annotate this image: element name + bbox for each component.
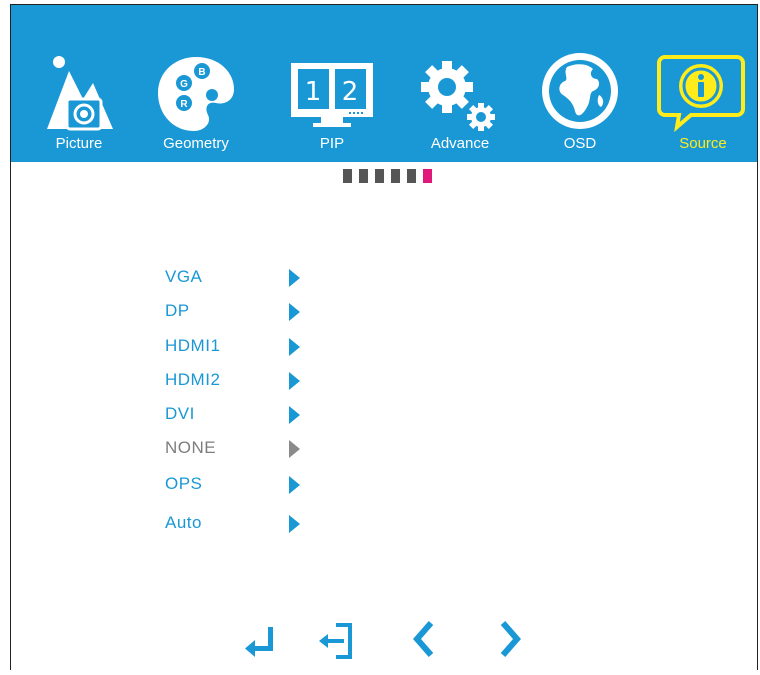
arrow-right-icon <box>289 372 300 390</box>
previous-button[interactable] <box>407 617 447 661</box>
source-item-dp[interactable]: DP <box>165 301 335 327</box>
tab-source-label: Source <box>679 135 727 152</box>
page-indicator-dot <box>407 169 416 183</box>
enter-icon <box>245 627 273 657</box>
source-item-auto[interactable]: Auto <box>165 513 335 539</box>
picture-icon <box>47 56 113 131</box>
palette-icon: B G R <box>158 57 234 131</box>
page-indicator-dot <box>423 169 432 183</box>
tab-picture-label: Picture <box>55 135 103 152</box>
tab-picture[interactable]: Picture <box>29 49 129 161</box>
osd-window: Picture B G R Geometry 1 2 PIP Advance O… <box>10 4 758 670</box>
arrow-right-icon <box>289 338 300 356</box>
arrow-right-icon <box>289 303 300 321</box>
tab-advance-label: Advance <box>430 135 490 152</box>
pip-number-2: 2 <box>342 77 359 107</box>
tab-osd-label: OSD <box>563 135 597 152</box>
tab-osd[interactable]: OSD <box>535 49 625 161</box>
palette-letter-b: B <box>198 67 205 78</box>
arrow-right-icon <box>289 406 300 424</box>
source-item-label: NONE <box>165 438 217 457</box>
source-item-none: NONE <box>165 438 335 464</box>
palette-letter-r: R <box>180 99 188 110</box>
source-item-label: HDMI1 <box>165 336 221 355</box>
pip-icon: 1 2 <box>291 63 373 127</box>
source-item-label: Auto <box>165 513 202 532</box>
chevron-right-icon <box>500 621 521 657</box>
tab-geometry[interactable]: B G R Geometry <box>151 49 241 161</box>
pip-number-1: 1 <box>305 77 322 107</box>
tab-source[interactable]: Source <box>655 49 751 161</box>
enter-button[interactable] <box>241 617 281 661</box>
palette-letter-g: G <box>180 79 188 90</box>
source-item-label: VGA <box>165 267 203 286</box>
source-item-hdmi1[interactable]: HDMI1 <box>165 336 335 362</box>
next-button[interactable] <box>491 617 531 661</box>
page-indicator <box>343 169 432 183</box>
tab-pip[interactable]: 1 2 PIP <box>287 49 377 161</box>
arrow-right-icon <box>289 515 300 533</box>
tab-bar: Picture B G R Geometry 1 2 PIP Advance O… <box>11 5 757 162</box>
page-indicator-dot <box>343 169 352 183</box>
page-indicator-dot <box>359 169 368 183</box>
globe-icon <box>542 53 618 129</box>
tab-pip-label: PIP <box>319 135 345 152</box>
source-item-ops[interactable]: OPS <box>165 474 335 500</box>
exit-button[interactable] <box>316 617 356 661</box>
source-item-label: DVI <box>165 404 195 423</box>
page-indicator-dot <box>391 169 400 183</box>
arrow-right-icon <box>289 440 300 458</box>
source-item-label: DP <box>165 301 190 320</box>
info-icon <box>657 55 745 133</box>
arrow-right-icon <box>289 476 300 494</box>
tab-geometry-label: Geometry <box>163 135 229 152</box>
page-indicator-dot <box>375 169 384 183</box>
chevron-left-icon <box>413 621 434 657</box>
tab-advance[interactable]: Advance <box>415 49 505 161</box>
source-item-label: HDMI2 <box>165 370 221 389</box>
source-item-vga[interactable]: VGA <box>165 267 335 293</box>
source-item-hdmi2[interactable]: HDMI2 <box>165 370 335 396</box>
source-item-dvi[interactable]: DVI <box>165 404 335 430</box>
gears-icon <box>421 61 495 131</box>
source-item-label: OPS <box>165 474 203 493</box>
exit-icon <box>319 623 352 659</box>
arrow-right-icon <box>289 269 300 287</box>
